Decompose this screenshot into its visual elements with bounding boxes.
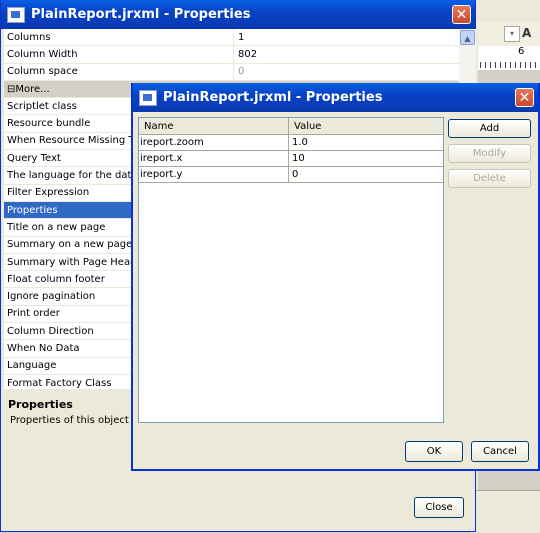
properties-window-titlebar[interactable]: PlainReport.jrxml - Properties ✕ — [1, 0, 475, 29]
property-name: Column Width — [4, 46, 234, 63]
scroll-up-icon[interactable]: ▲ — [460, 30, 475, 45]
dialog-close-icon[interactable]: ✕ — [515, 88, 534, 107]
close-button[interactable]: Close — [414, 497, 464, 518]
property-row[interactable]: Columns 1 — [4, 29, 459, 47]
add-button[interactable]: Add — [448, 119, 531, 138]
zoom-dropdown-icon[interactable]: ▾ — [504, 26, 520, 42]
text-tool-icon[interactable]: A — [522, 26, 531, 40]
cell-name[interactable]: ireport.zoom — [139, 135, 289, 150]
property-value[interactable]: 0 — [234, 66, 244, 77]
cell-name[interactable]: ireport.x — [139, 151, 289, 166]
property-value[interactable]: 1 — [234, 32, 244, 43]
modify-button[interactable]: Modify — [448, 144, 531, 163]
cancel-button[interactable]: Cancel — [471, 441, 529, 462]
table-row[interactable]: ireport.y 0 — [139, 167, 443, 183]
background-bottom-bar — [470, 490, 540, 533]
column-header-value[interactable]: Value — [289, 118, 321, 134]
properties-window-title: PlainReport.jrxml - Properties — [31, 7, 251, 22]
properties-dialog-titlebar[interactable]: PlainReport.jrxml - Properties ✕ — [133, 83, 538, 112]
properties-dialog: PlainReport.jrxml - Properties ✕ Name Va… — [131, 83, 540, 471]
cell-name[interactable]: ireport.y — [139, 167, 289, 182]
cell-value[interactable]: 1.0 — [289, 135, 443, 150]
close-icon[interactable]: ✕ — [452, 5, 471, 24]
property-value[interactable]: 802 — [234, 49, 257, 60]
cell-value[interactable]: 0 — [289, 167, 443, 182]
cell-value[interactable]: 10 — [289, 151, 443, 166]
ruler-number: 6 — [518, 46, 525, 57]
table-row[interactable]: ireport.x 10 — [139, 151, 443, 167]
delete-button[interactable]: Delete — [448, 169, 531, 188]
table-body: ireport.zoom 1.0 ireport.x 10 ireport.y 0 — [139, 135, 443, 183]
property-name: Columns — [4, 29, 234, 46]
table-header: Name Value — [139, 118, 443, 135]
column-header-name[interactable]: Name — [139, 118, 289, 134]
ok-button[interactable]: OK — [405, 441, 463, 462]
properties-dialog-title: PlainReport.jrxml - Properties — [163, 90, 383, 105]
ruler-ticks — [480, 62, 540, 68]
horizontal-ruler: 6 — [478, 46, 540, 71]
dialog-side-buttons: Add Modify Delete — [448, 119, 531, 194]
table-row[interactable]: ireport.zoom 1.0 — [139, 135, 443, 151]
property-name: Column space — [4, 63, 234, 80]
dialog-app-icon — [139, 89, 157, 106]
window-app-icon — [7, 6, 25, 23]
property-row[interactable]: Column Width 802 — [4, 46, 459, 64]
properties-table[interactable]: Name Value ireport.zoom 1.0 ireport.x 10 ire… — [138, 117, 444, 423]
property-row[interactable]: Column space 0 — [4, 63, 459, 81]
